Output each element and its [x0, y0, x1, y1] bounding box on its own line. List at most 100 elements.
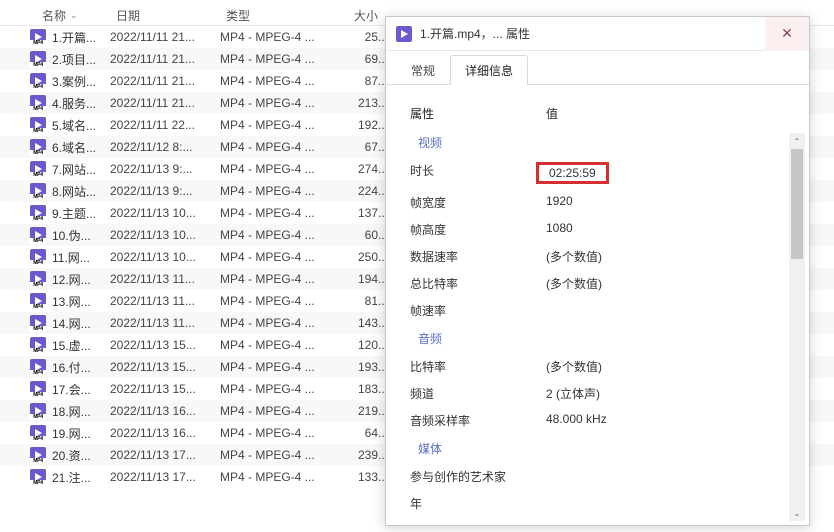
file-type-cell: MP4 - MPEG-4 ...	[220, 294, 348, 308]
file-date-cell: 2022/11/11 21...	[110, 52, 220, 66]
file-name-text: 1.开篇...	[52, 29, 96, 46]
file-size-cell: 224...	[348, 184, 390, 198]
file-name-cell: MP4 3.案例...	[0, 73, 110, 90]
file-date-cell: 2022/11/13 10...	[110, 228, 220, 242]
file-date-cell: 2022/11/13 16...	[110, 404, 220, 418]
mp4-file-icon: MP4	[30, 73, 46, 89]
file-size-cell: 69...	[348, 52, 390, 66]
detail-row[interactable]: 音频采样率 48.000 kHz	[406, 407, 799, 434]
file-type-cell: MP4 - MPEG-4 ...	[220, 184, 348, 198]
column-header-name-label: 名称	[42, 7, 66, 24]
file-type-cell: MP4 - MPEG-4 ...	[220, 96, 348, 110]
file-name-text: 7.网站...	[52, 161, 96, 178]
details-header-property: 属性	[410, 105, 546, 122]
file-size-cell: 194...	[348, 272, 390, 286]
file-size-cell: 143...	[348, 316, 390, 330]
file-name-text: 10.伪...	[52, 227, 91, 244]
detail-row[interactable]: 总比特率 (多个数值)	[406, 270, 799, 297]
file-date-cell: 2022/11/13 17...	[110, 448, 220, 462]
file-date-cell: 2022/11/13 10...	[110, 250, 220, 264]
detail-row[interactable]: 比特率 (多个数值)	[406, 353, 799, 380]
file-name-cell: MP417.会...	[0, 381, 110, 398]
file-type-cell: MP4 - MPEG-4 ...	[220, 140, 348, 154]
file-size-cell: 219...	[348, 404, 390, 418]
file-type-cell: MP4 - MPEG-4 ...	[220, 360, 348, 374]
tab-general[interactable]: 常规	[396, 55, 450, 85]
file-type-cell: MP4 - MPEG-4 ...	[220, 272, 348, 286]
column-header-name[interactable]: 名称 ⌄	[0, 7, 110, 24]
column-header-date[interactable]: 日期	[110, 7, 220, 24]
detail-row[interactable]: 帧宽度 1920	[406, 189, 799, 216]
detail-row[interactable]: 数据速率 (多个数值)	[406, 243, 799, 270]
detail-row[interactable]: 年	[406, 490, 799, 516]
file-name-cell: MP44.服务...	[0, 95, 110, 112]
file-name-cell: MP413.网...	[0, 293, 110, 310]
mp4-file-icon: MP4	[30, 337, 46, 353]
file-date-cell: 2022/11/11 22...	[110, 118, 220, 132]
file-name-text: 9.主题...	[52, 205, 96, 222]
file-type-cell: MP4 - MPEG-4 ...	[220, 382, 348, 396]
scroll-up-icon[interactable]: ⌃	[789, 133, 805, 149]
file-name-text: 14.网...	[52, 315, 91, 332]
dialog-title-text: 1.开篇.mp4，... 属性	[420, 25, 765, 42]
file-name-cell: MP47.网站...	[0, 161, 110, 178]
close-button[interactable]: ✕	[765, 17, 809, 51]
scroll-thumb[interactable]	[791, 149, 803, 259]
file-name-text: 21.注...	[52, 469, 91, 486]
dialog-tabs: 常规 详细信息	[386, 51, 809, 85]
file-type-cell: MP4 - MPEG-4 ...	[220, 228, 348, 242]
mp4-file-icon: MP4	[30, 117, 46, 133]
mp4-file-icon	[396, 26, 412, 42]
file-type-cell: MP4 - MPEG-4 ...	[220, 448, 348, 462]
file-name-cell: MP4 20.资...	[0, 447, 110, 464]
file-size-cell: 81...	[348, 294, 390, 308]
val-totalbitrate: (多个数值)	[546, 275, 799, 292]
file-name-text: 8.网站...	[52, 183, 96, 200]
detail-row[interactable]: 时长 02:25:59	[406, 157, 799, 189]
file-name-text: 20.资...	[52, 447, 91, 464]
file-name-cell: MP418.网...	[0, 403, 110, 420]
prop-height: 帧高度	[410, 221, 546, 238]
prop-samplerate: 音频采样率	[410, 412, 546, 429]
file-date-cell: 2022/11/13 15...	[110, 382, 220, 396]
prop-bitrate: 比特率	[410, 358, 546, 375]
detail-row[interactable]: 参与创作的艺术家	[406, 463, 799, 490]
file-size-cell: 213...	[348, 96, 390, 110]
file-name-cell: MP42.项目...	[0, 51, 110, 68]
file-name-cell: MP416.付...	[0, 359, 110, 376]
file-date-cell: 2022/11/13 15...	[110, 338, 220, 352]
file-size-cell: 25...	[348, 30, 390, 44]
section-video: 视频	[406, 128, 799, 157]
details-scrollbar[interactable]: ⌃ ⌄	[789, 133, 805, 521]
file-name-text: 5.域名...	[52, 117, 96, 134]
val-channels: 2 (立体声)	[546, 385, 799, 402]
section-audio: 音频	[406, 324, 799, 353]
details-column-header: 属性 值	[406, 99, 799, 128]
mp4-file-icon: MP4	[30, 249, 46, 265]
file-type-cell: MP4 - MPEG-4 ...	[220, 206, 348, 220]
detail-row[interactable]: 频道 2 (立体声)	[406, 380, 799, 407]
scroll-down-icon[interactable]: ⌄	[789, 505, 805, 521]
mp4-file-icon: MP4	[30, 447, 46, 463]
file-name-text: 3.案例...	[52, 73, 96, 90]
file-type-cell: MP4 - MPEG-4 ...	[220, 118, 348, 132]
dialog-body: 属性 值 视频 时长 02:25:59 帧宽度 1920 帧高度 1080 数据…	[386, 85, 809, 525]
file-date-cell: 2022/11/13 9:...	[110, 162, 220, 176]
file-name-cell: MP46.域名...	[0, 139, 110, 156]
val-datarate: (多个数值)	[546, 248, 799, 265]
val-height: 1080	[546, 221, 799, 238]
file-size-cell: 250...	[348, 250, 390, 264]
tab-details[interactable]: 详细信息	[450, 55, 528, 85]
mp4-file-icon: MP4	[30, 315, 46, 331]
column-header-type[interactable]: 类型	[220, 7, 348, 24]
detail-row[interactable]: 帧速率	[406, 297, 799, 324]
detail-row[interactable]: 帧高度 1080	[406, 216, 799, 243]
properties-dialog: 1.开篇.mp4，... 属性 ✕ 常规 详细信息 属性 值 视频 时长 02:…	[385, 16, 810, 526]
file-size-cell: 64...	[348, 426, 390, 440]
column-header-size[interactable]: 大小	[348, 7, 390, 24]
file-date-cell: 2022/11/13 11...	[110, 316, 220, 330]
mp4-file-icon: MP4	[30, 95, 46, 111]
dialog-titlebar[interactable]: 1.开篇.mp4，... 属性 ✕	[386, 17, 809, 51]
file-size-cell: 137...	[348, 206, 390, 220]
prop-year: 年	[410, 495, 546, 512]
